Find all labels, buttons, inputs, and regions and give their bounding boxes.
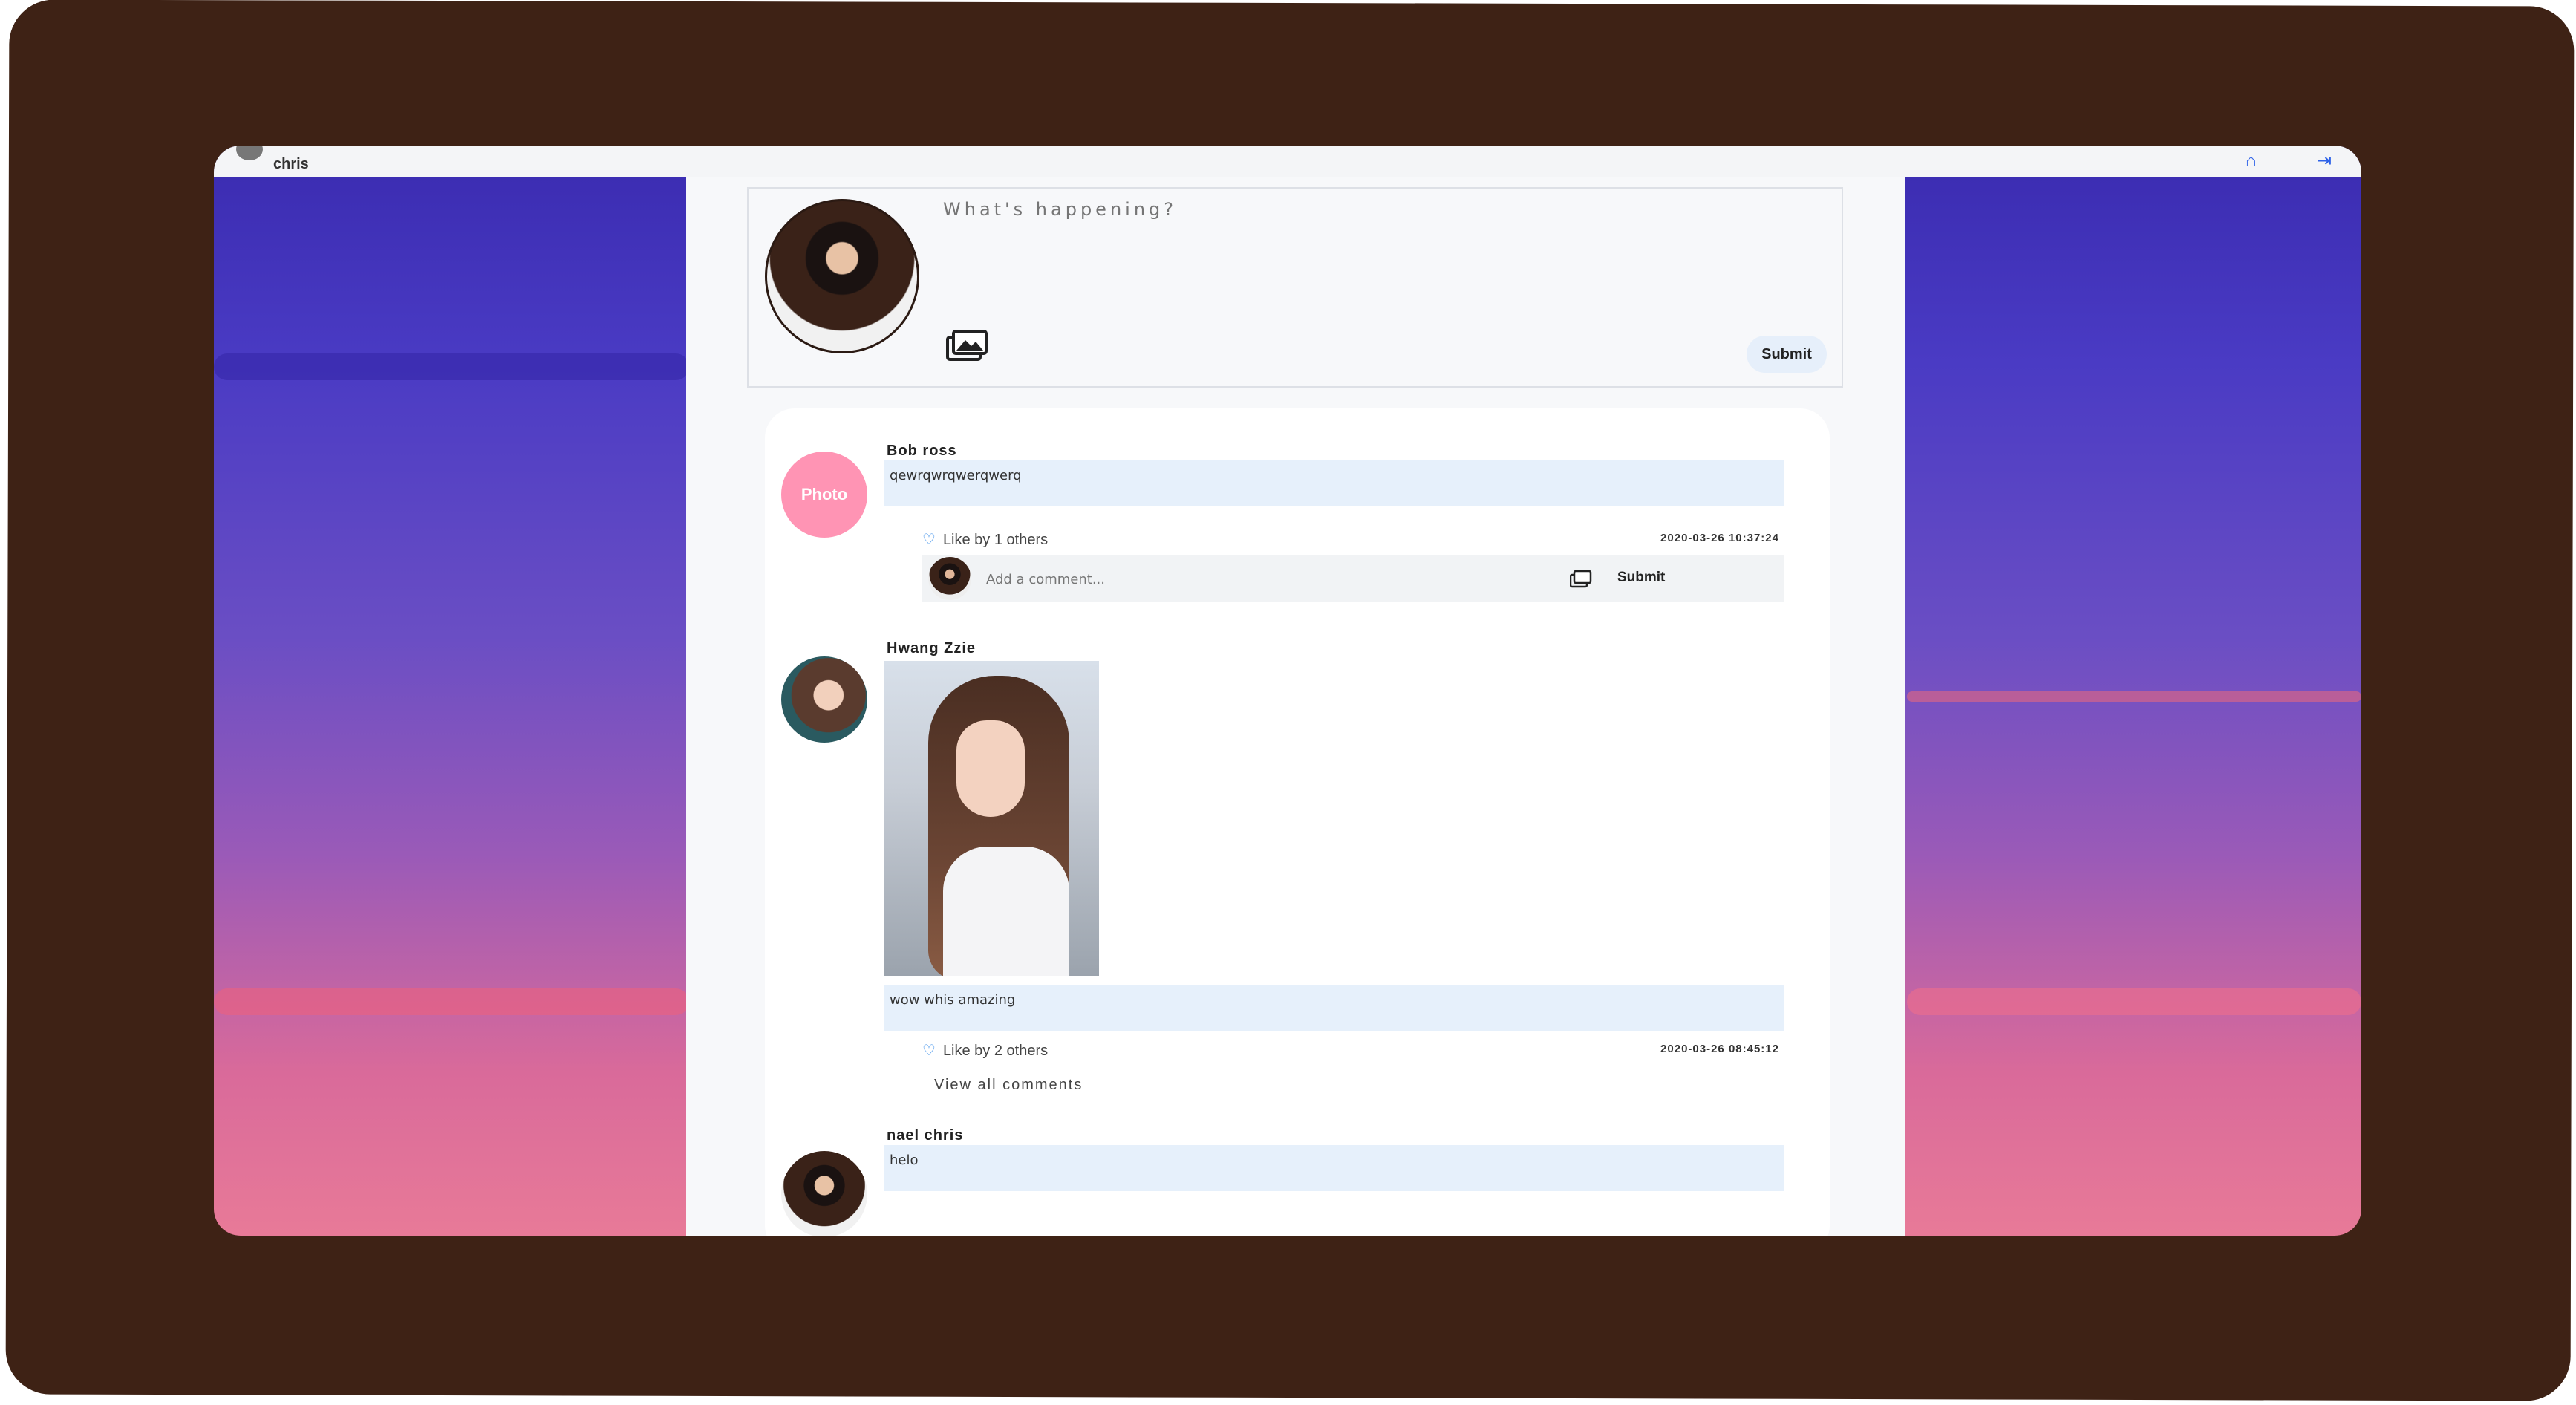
home-icon[interactable]: ⌂ bbox=[2246, 151, 2265, 171]
post-input[interactable] bbox=[942, 198, 1828, 327]
avatar bbox=[781, 656, 867, 743]
user-avatar[interactable] bbox=[236, 146, 263, 160]
avatar bbox=[765, 199, 919, 353]
heart-icon[interactable]: ♡ bbox=[922, 1043, 936, 1059]
post-timestamp: 2020-03-26 08:45:12 bbox=[1660, 1043, 1779, 1055]
post-composer: Submit bbox=[747, 187, 1843, 388]
photo-subject-face bbox=[956, 720, 1025, 817]
post-photo[interactable] bbox=[884, 661, 1099, 976]
comment-submit-button[interactable]: Submit bbox=[1613, 569, 1669, 587]
feed-column: Submit Photo Bob ross qewrqwrqwerqwerq ♡… bbox=[686, 177, 1905, 1236]
post-list: Photo Bob ross qewrqwrqwerqwerq ♡ Like by… bbox=[765, 408, 1830, 1236]
like-count: Like by 1 others bbox=[942, 532, 1049, 548]
avatar bbox=[928, 557, 971, 600]
comment-box: Submit bbox=[922, 555, 1784, 602]
post-text: wow whis amazing bbox=[884, 985, 1784, 1031]
like-row[interactable]: ♡ Like by 2 others bbox=[922, 1041, 1048, 1060]
avatar-placeholder-text: Photo bbox=[800, 485, 848, 503]
like-count: Like by 2 others bbox=[942, 1043, 1049, 1059]
bg-stripe bbox=[1907, 988, 2361, 1015]
bg-stripe bbox=[214, 353, 689, 380]
heart-icon[interactable]: ♡ bbox=[922, 532, 936, 548]
avatar bbox=[781, 1151, 867, 1236]
image-upload-icon[interactable] bbox=[946, 330, 988, 362]
submit-button[interactable]: Submit bbox=[1747, 336, 1827, 373]
post-author[interactable]: Bob ross bbox=[887, 443, 957, 460]
image-upload-icon[interactable] bbox=[1570, 570, 1592, 588]
post-timestamp: 2020-03-26 10:37:24 bbox=[1660, 532, 1779, 544]
post-text: helo bbox=[884, 1145, 1784, 1191]
bg-stripe bbox=[1907, 691, 2361, 702]
view-all-comments-link[interactable]: View all comments bbox=[934, 1077, 1083, 1094]
bg-stripe bbox=[214, 988, 689, 1015]
comment-input[interactable] bbox=[985, 567, 1507, 591]
post-author[interactable]: Hwang Zzie bbox=[887, 640, 976, 657]
user-name[interactable]: chris bbox=[273, 156, 309, 173]
top-navbar: chris ⌂ ⇥ bbox=[214, 146, 2361, 177]
post-author[interactable]: nael chris bbox=[887, 1127, 963, 1144]
browser-screen: chris ⌂ ⇥ Submit Photo Bob ross qewrqwrq… bbox=[214, 146, 2361, 1236]
like-row[interactable]: ♡ Like by 1 others bbox=[922, 530, 1048, 549]
avatar: Photo bbox=[781, 452, 867, 538]
post-text: qewrqwrqwerqwerq bbox=[884, 460, 1784, 506]
photo-subject-shirt bbox=[943, 847, 1069, 976]
logout-icon[interactable]: ⇥ bbox=[2317, 151, 2339, 171]
